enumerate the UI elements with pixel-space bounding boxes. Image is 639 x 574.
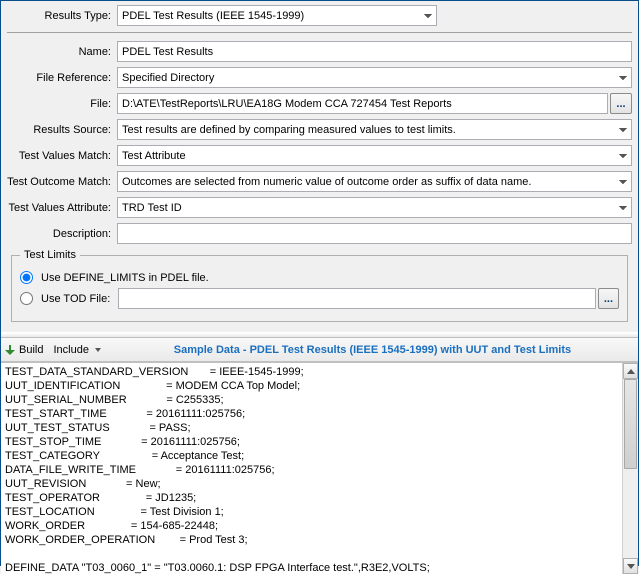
file-reference-select[interactable]: Specified Directory — [117, 67, 632, 88]
test-values-match-label: Test Values Match: — [7, 150, 117, 162]
name-label: Name: — [7, 46, 117, 58]
test-outcome-match-select[interactable]: Outcomes are selected from numeric value… — [117, 171, 632, 192]
caret-down-icon — [627, 564, 635, 569]
ellipsis-icon: ... — [616, 98, 625, 110]
scroll-up-button[interactable] — [623, 363, 638, 379]
test-values-attribute-select[interactable]: TRD Test ID — [117, 197, 632, 218]
file-browse-button[interactable]: ... — [610, 93, 632, 114]
ellipsis-icon: ... — [604, 293, 613, 305]
file-reference-label: File Reference: — [7, 72, 117, 84]
file-label: File: — [7, 98, 117, 110]
use-pdel-limits-radio[interactable] — [20, 271, 33, 284]
test-values-attribute-label: Test Values Attribute: — [7, 202, 117, 214]
use-tod-file-radio[interactable] — [20, 292, 33, 305]
test-values-match-select[interactable]: Test Attribute — [117, 145, 632, 166]
results-source-label: Results Source: — [7, 124, 117, 136]
results-source-select[interactable]: Test results are defined by comparing me… — [117, 119, 632, 140]
include-dropdown[interactable]: Include — [53, 344, 100, 356]
build-button[interactable]: Build — [5, 344, 43, 356]
tod-file-input[interactable] — [118, 288, 596, 309]
build-arrow-down-icon — [5, 345, 15, 355]
sample-data-text[interactable]: TEST_DATA_STANDARD_VERSION = IEEE-1545-1… — [1, 363, 622, 574]
build-label: Build — [19, 344, 43, 356]
use-pdel-limits-label: Use DEFINE_LIMITS in PDEL file. — [41, 272, 209, 284]
description-input[interactable] — [117, 223, 632, 244]
chevron-down-icon — [95, 348, 101, 352]
scroll-track[interactable] — [623, 379, 638, 558]
sample-toolbar: Build Include Sample Data - PDEL Test Re… — [1, 338, 638, 362]
name-input[interactable] — [117, 41, 632, 62]
test-limits-legend: Test Limits — [20, 249, 80, 261]
vertical-scrollbar[interactable] — [622, 363, 638, 574]
tod-file-browse-button[interactable]: ... — [598, 288, 619, 309]
sample-title: Sample Data - PDEL Test Results (IEEE 15… — [111, 344, 634, 356]
file-input[interactable] — [117, 93, 608, 114]
caret-up-icon — [627, 369, 635, 374]
use-tod-file-label: Use TOD File: — [41, 293, 110, 305]
test-outcome-match-label: Test Outcome Match: — [7, 176, 117, 188]
results-type-label: Results Type: — [7, 10, 117, 22]
description-label: Description: — [7, 228, 117, 240]
sample-data-panel: TEST_DATA_STANDARD_VERSION = IEEE-1545-1… — [1, 362, 638, 574]
include-label: Include — [53, 344, 88, 356]
scroll-down-button[interactable] — [623, 558, 638, 574]
test-limits-group: Test Limits Use DEFINE_LIMITS in PDEL fi… — [11, 249, 628, 322]
scroll-thumb[interactable] — [624, 379, 637, 469]
results-type-select[interactable]: PDEL Test Results (IEEE 1545-1999) — [117, 5, 437, 26]
